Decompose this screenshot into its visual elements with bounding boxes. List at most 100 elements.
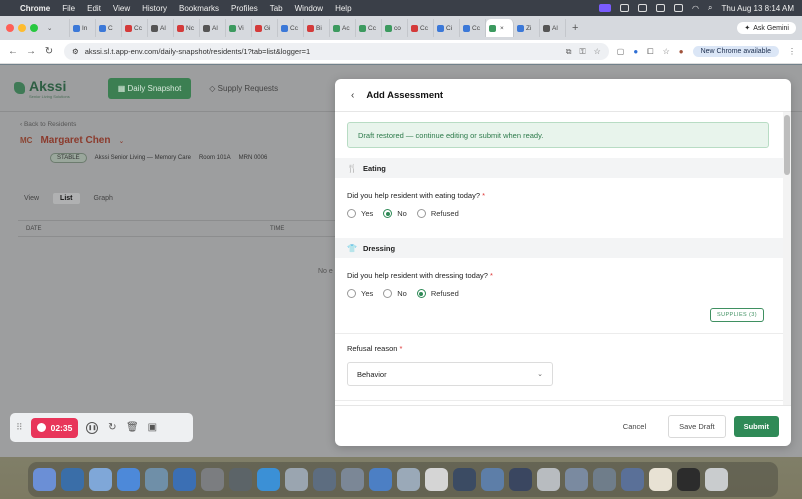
bookmark-star-icon[interactable]: ☆ — [594, 47, 601, 57]
spotlight-icon[interactable]: ⌕ — [708, 3, 712, 13]
minimize-window-icon[interactable] — [18, 24, 26, 32]
dock-app-icon[interactable] — [341, 468, 364, 491]
status-icon[interactable] — [656, 4, 666, 12]
restart-icon[interactable]: ↻ — [106, 422, 118, 434]
browser-tab[interactable]: In — [70, 19, 96, 37]
save-draft-button[interactable]: Save Draft — [668, 414, 726, 438]
screen-recorder-icon[interactable] — [599, 4, 612, 12]
tab-graph-view[interactable]: Graph — [94, 195, 113, 202]
close-tab-icon[interactable]: × — [500, 25, 504, 32]
profile-avatar[interactable]: ● — [679, 47, 684, 56]
tab-list-view[interactable]: List — [53, 193, 80, 204]
resident-name[interactable]: Margaret Chen — [40, 135, 110, 146]
menu-view[interactable]: View — [113, 4, 130, 13]
menu-tab[interactable]: Tab — [270, 4, 283, 13]
back-to-residents-link[interactable]: ‹ Back to Residents — [20, 121, 76, 128]
dock-app-icon[interactable] — [509, 468, 532, 491]
password-key-icon[interactable]: ⚿ — [579, 47, 585, 57]
akssi-logo[interactable]: Akssi Senior Living Solutions — [14, 78, 70, 99]
browser-tab[interactable]: Cc — [408, 19, 434, 37]
dock-app-icon[interactable] — [145, 468, 168, 491]
browser-tab[interactable]: Al — [540, 19, 566, 37]
pause-icon[interactable]: ❚❚ — [86, 421, 99, 434]
menu-profiles[interactable]: Profiles — [231, 4, 258, 13]
dock-app-icon[interactable] — [229, 468, 252, 491]
dock-app-icon[interactable] — [649, 468, 672, 491]
more-menu-icon[interactable]: ⋮ — [788, 47, 796, 56]
battery-icon[interactable] — [674, 4, 684, 12]
dock-app-icon[interactable] — [89, 468, 112, 491]
browser-tab[interactable]: Vi — [226, 19, 252, 37]
trash-icon[interactable]: 🗑 — [126, 422, 139, 434]
reload-icon[interactable]: ↻ — [42, 46, 56, 57]
radio-circle[interactable] — [347, 209, 356, 218]
radio-eating-no[interactable]: No — [383, 209, 407, 218]
radio-dressing-refused[interactable]: Refused — [416, 289, 459, 298]
cancel-button[interactable]: Cancel — [609, 416, 660, 437]
dock-app-icon[interactable] — [61, 468, 84, 491]
chevron-down-icon[interactable]: ⌄ — [118, 137, 124, 145]
browser-tab[interactable]: co — [382, 19, 408, 37]
dock-app-icon[interactable] — [313, 468, 336, 491]
dock-app-icon[interactable] — [117, 468, 140, 491]
new-tab-button[interactable]: + — [572, 22, 578, 34]
modal-scrollbar-thumb[interactable] — [784, 115, 790, 175]
radio-circle-selected[interactable] — [383, 209, 393, 218]
maximize-window-icon[interactable] — [30, 24, 38, 32]
browser-tab[interactable]: Zi — [514, 19, 540, 37]
dock-app-icon[interactable] — [565, 468, 588, 491]
radio-circle[interactable] — [416, 209, 426, 218]
nav-daily-snapshot[interactable]: ▦ Daily Snapshot — [107, 77, 192, 99]
dock-app-icon[interactable] — [537, 468, 560, 491]
extension-icon[interactable]: ▢ — [617, 47, 625, 56]
browser-tab[interactable]: Bi — [304, 19, 330, 37]
menu-file[interactable]: File — [62, 4, 75, 13]
browser-tab[interactable]: Cc — [278, 19, 304, 37]
clock[interactable]: Thu Aug 13 8:14 AM — [722, 4, 795, 13]
radio-circle-selected[interactable] — [416, 289, 426, 298]
forward-icon[interactable]: → — [24, 46, 38, 57]
dock-app-icon[interactable] — [593, 468, 616, 491]
menu-bookmarks[interactable]: Bookmarks — [179, 4, 219, 13]
browser-tab[interactable]: Al — [148, 19, 174, 37]
menu-history[interactable]: History — [142, 4, 167, 13]
radio-circle[interactable] — [347, 289, 356, 298]
new-chrome-available-button[interactable]: New Chrome available — [692, 46, 779, 57]
dock-app-icon[interactable] — [397, 468, 420, 491]
stop-recording-button[interactable]: 02:35 — [30, 417, 79, 438]
site-info-icon[interactable]: ⚙ — [72, 47, 79, 56]
radio-eating-yes[interactable]: Yes — [347, 209, 373, 218]
dock-app-icon[interactable] — [33, 468, 56, 491]
dock-app-icon[interactable] — [705, 468, 728, 491]
menu-chrome[interactable]: Chrome — [20, 4, 50, 13]
back-icon[interactable]: ← — [6, 46, 20, 57]
wifi-icon[interactable]: ◠ — [692, 4, 699, 13]
menu-window[interactable]: Window — [295, 4, 323, 13]
bookmark-star-icon[interactable]: ☆ — [663, 47, 670, 56]
dock-app-icon[interactable] — [621, 468, 644, 491]
browser-tab[interactable]: Cc — [460, 19, 486, 37]
submit-button[interactable]: Submit — [733, 415, 779, 437]
dock-app-icon[interactable] — [201, 468, 224, 491]
ask-gemini-button[interactable]: ✦ Ask Gemini — [737, 22, 796, 34]
extension-icon[interactable]: ● — [633, 47, 638, 56]
refusal-reason-select[interactable]: Behavior ⌄ — [347, 362, 553, 386]
close-window-icon[interactable] — [6, 24, 14, 32]
dock-app-icon[interactable] — [453, 468, 476, 491]
browser-tab[interactable]: Nc — [174, 19, 200, 37]
drag-handle-icon[interactable]: ⠿ — [16, 422, 23, 433]
browser-tab-active[interactable]: × — [486, 19, 514, 37]
menu-help[interactable]: Help — [335, 4, 351, 13]
browser-tab[interactable]: Ac — [330, 19, 356, 37]
status-icon[interactable] — [620, 4, 630, 12]
dock-app-icon[interactable] — [677, 468, 700, 491]
omnibox[interactable]: ⚙ akssi.sl.t.app-env.com/daily-snapshot/… — [64, 43, 609, 60]
browser-tab[interactable]: Cc — [122, 19, 148, 37]
menu-edit[interactable]: Edit — [87, 4, 101, 13]
browser-tab[interactable]: Al — [200, 19, 226, 37]
browser-tab[interactable]: Cc — [356, 19, 382, 37]
radio-dressing-no[interactable]: No — [383, 289, 407, 298]
nav-supply-requests[interactable]: ◇ Supply Requests — [209, 84, 278, 93]
extensions-puzzle-icon[interactable]: ⧠ — [647, 47, 653, 57]
radio-eating-refused[interactable]: Refused — [416, 209, 459, 218]
